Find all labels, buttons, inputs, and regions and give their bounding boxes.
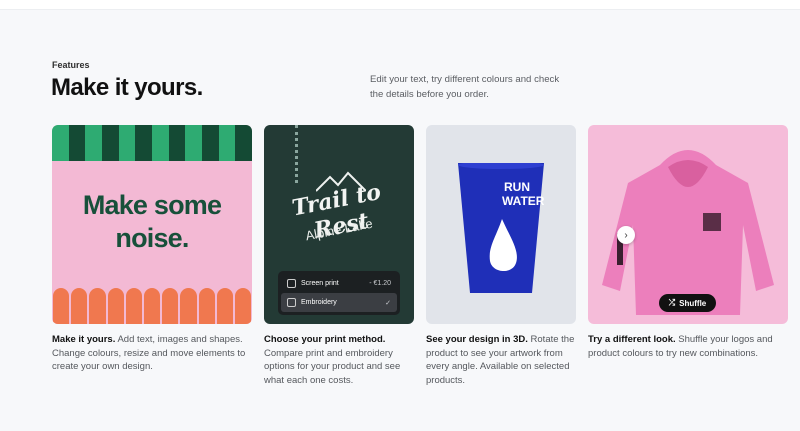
feature-caption-1: Make it yours. Add text, images and shap… bbox=[52, 333, 252, 374]
feature-caption-3: See your design in 3D. Rotate the produc… bbox=[426, 333, 581, 387]
option-label: Embroidery bbox=[301, 299, 337, 306]
feature-card-print-method[interactable]: Trail to Rest Alpine Lake Screen print -… bbox=[264, 125, 414, 324]
hoodie-print-logo bbox=[703, 213, 721, 231]
shuffle-button[interactable]: ⤮ Shuffle bbox=[659, 294, 716, 312]
slogan-line-2: noise. bbox=[115, 223, 189, 253]
feature-caption-2: Choose your print method. Compare print … bbox=[264, 333, 414, 387]
check-icon: ✓ bbox=[385, 299, 391, 307]
option-embroidery[interactable]: Embroidery ✓ bbox=[281, 293, 397, 312]
cup-text-2: WATER bbox=[502, 194, 544, 208]
checker-pattern bbox=[52, 125, 252, 161]
option-price: - €1.20 bbox=[369, 280, 391, 287]
caption-title: See your design in 3D. bbox=[426, 334, 528, 345]
embroidery-icon bbox=[287, 298, 296, 307]
arch-pattern bbox=[52, 288, 252, 324]
caption-title: Choose your print method. bbox=[264, 334, 386, 345]
next-arrow-button[interactable]: › bbox=[617, 226, 635, 244]
print-method-selector[interactable]: Screen print - €1.20 Embroidery ✓ bbox=[278, 271, 400, 315]
section-intro: Edit your text, try different colours an… bbox=[370, 74, 560, 100]
cup-text-1: RUN bbox=[504, 180, 530, 194]
feature-card-3d-preview[interactable]: RUN WATER bbox=[426, 125, 576, 324]
feature-caption-4: Try a different look. Shuffle your logos… bbox=[588, 333, 788, 360]
section-title: Make it yours. bbox=[51, 74, 203, 101]
shuffle-label: Shuffle bbox=[679, 298, 707, 308]
caption-title: Try a different look. bbox=[588, 334, 676, 345]
shuffle-icon: ⤮ bbox=[668, 298, 676, 307]
hoodie-zipper bbox=[278, 125, 298, 183]
top-divider-band bbox=[0, 0, 800, 10]
slogan-line-1: Make some bbox=[82, 190, 222, 220]
caption-text: Compare print and embroidery options for… bbox=[264, 347, 401, 386]
feature-card-make-it-yours[interactable]: Make some noise. bbox=[52, 125, 252, 324]
option-screen-print[interactable]: Screen print - €1.20 bbox=[281, 274, 397, 293]
caption-title: Make it yours. bbox=[52, 334, 116, 345]
cup-3d-model: RUN WATER bbox=[458, 163, 544, 293]
option-label: Screen print bbox=[301, 280, 339, 287]
feature-card-shuffle[interactable]: › ⤮ Shuffle bbox=[588, 125, 788, 324]
design-slogan: Make some noise. bbox=[52, 189, 252, 255]
print-icon bbox=[287, 279, 296, 288]
section-eyebrow: Features bbox=[52, 60, 90, 70]
